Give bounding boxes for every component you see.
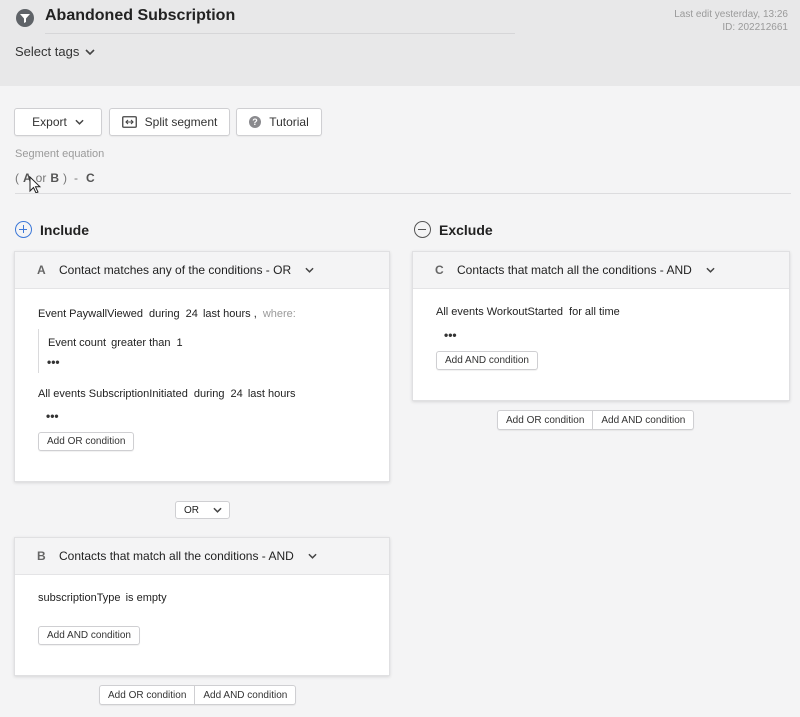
group-b-card: B Contacts that match all the conditions… — [14, 537, 390, 676]
equation-close-paren: ) — [63, 171, 68, 185]
minus-circle-icon[interactable] — [414, 221, 431, 238]
segment-equation: ( A or B ) - C — [15, 171, 95, 185]
condition-event: Event PaywallViewed — [38, 308, 143, 320]
sub-condition-event-count[interactable]: Event count greater than 1 — [48, 337, 183, 349]
equation-c[interactable]: C — [86, 171, 95, 185]
add-or-condition-button[interactable]: Add OR condition — [38, 432, 135, 451]
equation-open-paren: ( — [15, 171, 19, 185]
tutorial-button[interactable]: ? Tutorial — [236, 108, 322, 136]
condition-period: last hours — [247, 388, 296, 400]
equation-divider — [15, 193, 791, 194]
include-heading: Include — [15, 221, 89, 238]
segment-header: Abandoned Subscription Last edit yesterd… — [0, 0, 800, 86]
segment-meta: Last edit yesterday, 13:26 ID: 202212661 — [674, 8, 788, 34]
equation-minus: - — [74, 171, 79, 185]
add-or-condition-button[interactable]: Add OR condition — [498, 411, 592, 429]
split-segment-label: Split segment — [144, 115, 218, 129]
condition-subscription-type[interactable]: subscriptionType is empty — [38, 592, 167, 604]
group-c-card: C Contacts that match all the conditions… — [412, 251, 790, 401]
more-options-icon[interactable]: ••• — [47, 355, 60, 369]
add-or-condition-button[interactable]: Add OR condition — [100, 686, 194, 704]
condition-subscription-initiated[interactable]: All events SubscriptionInitiated during … — [38, 388, 296, 400]
chevron-down-icon — [308, 553, 317, 559]
condition-paywall-viewed[interactable]: Event PaywallViewed during 24 last hours… — [38, 308, 296, 320]
condition-where: where: — [262, 308, 296, 320]
include-footer-buttons: Add OR condition Add AND condition — [99, 685, 297, 705]
segment-equation-label: Segment equation — [15, 148, 105, 160]
condition-workout-started[interactable]: All events WorkoutStarted for all time — [436, 306, 620, 318]
sub-condition-value: 1 — [176, 337, 183, 349]
condition-num: 24 — [230, 388, 243, 400]
exclude-footer-buttons: Add OR condition Add AND condition — [497, 410, 695, 430]
condition-op: is empty — [125, 592, 167, 604]
group-b-header[interactable]: B Contacts that match all the conditions… — [15, 538, 389, 575]
chevron-down-icon — [85, 48, 95, 55]
help-icon: ? — [249, 116, 262, 128]
group-a-header[interactable]: A Contact matches any of the conditions … — [15, 252, 389, 289]
add-and-condition-button[interactable]: Add AND condition — [194, 686, 295, 704]
condition-event: All events WorkoutStarted — [436, 306, 563, 318]
last-edit-text: Last edit yesterday, 13:26 — [674, 9, 788, 20]
condition-during: during — [149, 308, 180, 320]
group-a-title: Contact matches any of the conditions - … — [59, 263, 292, 277]
more-options-icon[interactable]: ••• — [444, 328, 457, 342]
condition-period: for all time — [569, 306, 620, 318]
group-a-card: A Contact matches any of the conditions … — [14, 251, 390, 482]
chevron-down-icon — [305, 267, 314, 273]
group-operator-select[interactable]: OR — [175, 501, 230, 519]
chevron-down-icon — [706, 267, 715, 273]
select-tags-dropdown[interactable]: Select tags — [15, 44, 95, 59]
sub-condition-op: greater than — [111, 337, 171, 349]
svg-text:?: ? — [252, 117, 258, 127]
exclude-title: Exclude — [439, 221, 493, 238]
split-icon — [121, 116, 137, 128]
add-and-condition-button[interactable]: Add AND condition — [436, 351, 538, 370]
condition-period: last hours — [202, 308, 251, 320]
group-b-title: Contacts that match all the conditions -… — [59, 549, 294, 563]
include-title: Include — [40, 221, 90, 238]
plus-circle-icon[interactable] — [15, 221, 32, 238]
sub-condition-box: Event count greater than 1 ••• — [38, 329, 238, 373]
condition-comma: , — [253, 308, 257, 320]
group-b-letter: B — [37, 549, 46, 563]
group-operator-value: OR — [184, 504, 199, 516]
condition-num: 24 — [185, 308, 198, 320]
exclude-heading: Exclude — [414, 221, 493, 238]
tutorial-label: Tutorial — [269, 115, 309, 129]
add-and-condition-button[interactable]: Add AND condition — [38, 626, 140, 645]
group-c-title: Contacts that match all the conditions -… — [457, 263, 692, 277]
condition-field: subscriptionType — [38, 592, 121, 604]
chevron-down-icon — [75, 119, 84, 125]
mouse-cursor-icon — [29, 176, 41, 194]
group-c-header[interactable]: C Contacts that match all the conditions… — [413, 252, 789, 289]
group-c-letter: C — [435, 263, 444, 277]
export-button[interactable]: Export — [14, 108, 102, 136]
more-options-icon[interactable]: ••• — [46, 409, 59, 423]
condition-during: during — [193, 388, 225, 400]
add-and-condition-button[interactable]: Add AND condition — [592, 411, 693, 429]
segment-title[interactable]: Abandoned Subscription — [45, 7, 235, 25]
split-segment-button[interactable]: Split segment — [109, 108, 230, 136]
condition-event: All events SubscriptionInitiated — [38, 388, 188, 400]
select-tags-label: Select tags — [15, 44, 80, 59]
filter-icon — [16, 9, 34, 27]
group-a-letter: A — [37, 263, 46, 277]
chevron-down-icon — [213, 507, 222, 513]
title-underline — [45, 33, 515, 34]
segment-id: ID: 202212661 — [722, 22, 788, 33]
sub-condition-text: Event count — [48, 337, 107, 349]
equation-b[interactable]: B — [50, 171, 59, 185]
export-label: Export — [32, 115, 67, 129]
